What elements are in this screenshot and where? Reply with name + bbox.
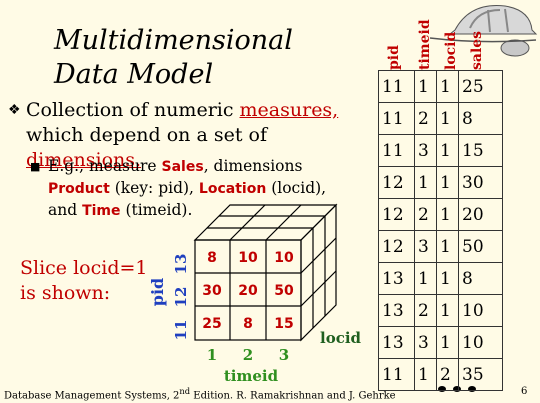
- cube-cell: 8: [243, 316, 253, 332]
- table-cell: 2: [414, 198, 437, 231]
- table-row: 11 3 1 15: [378, 134, 503, 167]
- table-row: 12 1 1 30: [378, 166, 503, 199]
- cube-cell: 25: [202, 316, 221, 332]
- page-number: 6: [521, 386, 528, 397]
- table-row: 11 1 1 25: [378, 70, 503, 103]
- cube-cell: 30: [202, 283, 222, 299]
- table-row: 13 3 1 10: [378, 326, 503, 359]
- table-cell: 10: [458, 294, 503, 327]
- timeid-tick: 3: [279, 346, 289, 364]
- table-row: 12 2 1 20: [378, 198, 503, 231]
- table-cell: 1: [414, 262, 437, 295]
- table-cell: 13: [378, 326, 415, 359]
- table-header-locid: locid: [443, 31, 459, 70]
- table-cell: 11: [378, 134, 415, 167]
- table-cell: 20: [458, 198, 503, 231]
- table-header-pid: pid: [386, 45, 402, 70]
- table-cell: 1: [436, 134, 459, 167]
- table-row: 13 1 1 8: [378, 262, 503, 295]
- pid-tick: 11: [172, 320, 190, 341]
- table-cell: 1: [436, 102, 459, 135]
- pid-tick: 12: [172, 287, 190, 308]
- table-cell: 25: [458, 70, 503, 103]
- table-cell: 1: [436, 326, 459, 359]
- table-cell: 2: [414, 102, 437, 135]
- table-cell: 2: [414, 294, 437, 327]
- cube-cell: 10: [274, 250, 294, 266]
- table-row: 11 2 1 8: [378, 102, 503, 135]
- table-cell: 50: [458, 230, 503, 263]
- table-cell: 1: [436, 166, 459, 199]
- pid-tick: 13: [172, 254, 190, 275]
- timeid-tick: 2: [243, 346, 253, 364]
- table-cell: 1: [414, 166, 437, 199]
- pid-axis-label: pid: [148, 278, 167, 306]
- table-cell: 1: [436, 198, 459, 231]
- footer-citation: Database Management Systems, 2nd Edition…: [4, 386, 396, 402]
- cube-right-face: [300, 203, 337, 342]
- table-cell: 30: [458, 166, 503, 199]
- table-row: 13 2 1 10: [378, 294, 503, 327]
- table-cell: 8: [458, 102, 503, 135]
- table-header-sales: sales: [469, 30, 485, 70]
- timeid-tick: 1: [207, 346, 217, 364]
- cube-cell: 15: [274, 316, 293, 332]
- table-cell: 1: [436, 294, 459, 327]
- table-row: 11 1 2 35: [378, 358, 503, 391]
- table-cell: 1: [436, 230, 459, 263]
- table-cell: 3: [414, 326, 437, 359]
- table-cell: 3: [414, 230, 437, 263]
- cube-top-face: [193, 204, 338, 241]
- table-row: 12 3 1 50: [378, 230, 503, 263]
- table-cell: 1: [414, 70, 437, 103]
- table-cell: 13: [378, 262, 415, 295]
- sales-table: 11 1 1 25 11 2 1 8 11 3 1 15 12 1 1 30 12 2 1 20 12 3 1 50 13 1 1 8…: [378, 70, 503, 391]
- table-header-timeid: timeid: [417, 19, 433, 70]
- table-cell: 13: [378, 294, 415, 327]
- cube-cell: 20: [238, 283, 258, 299]
- table-cell: 2: [436, 358, 459, 391]
- table-cell: 1: [436, 262, 459, 295]
- cube-cell: 8: [207, 250, 217, 266]
- table-cell: 12: [378, 198, 415, 231]
- table-cell: 11: [378, 70, 415, 103]
- table-cell: 35: [458, 358, 503, 391]
- table-cell: 1: [436, 70, 459, 103]
- timeid-axis-label: timeid: [224, 367, 279, 385]
- table-cell: 10: [458, 326, 503, 359]
- table-cell: 3: [414, 134, 437, 167]
- table-cell: 12: [378, 166, 415, 199]
- table-cell: 11: [378, 102, 415, 135]
- table-cell: 15: [458, 134, 503, 167]
- cube-cell: 10: [238, 250, 258, 266]
- table-cell: 8: [458, 262, 503, 295]
- table-cell: 12: [378, 230, 415, 263]
- cube-cell: 50: [274, 283, 294, 299]
- table-cell: 1: [414, 358, 437, 391]
- locid-axis-label: locid: [320, 329, 362, 347]
